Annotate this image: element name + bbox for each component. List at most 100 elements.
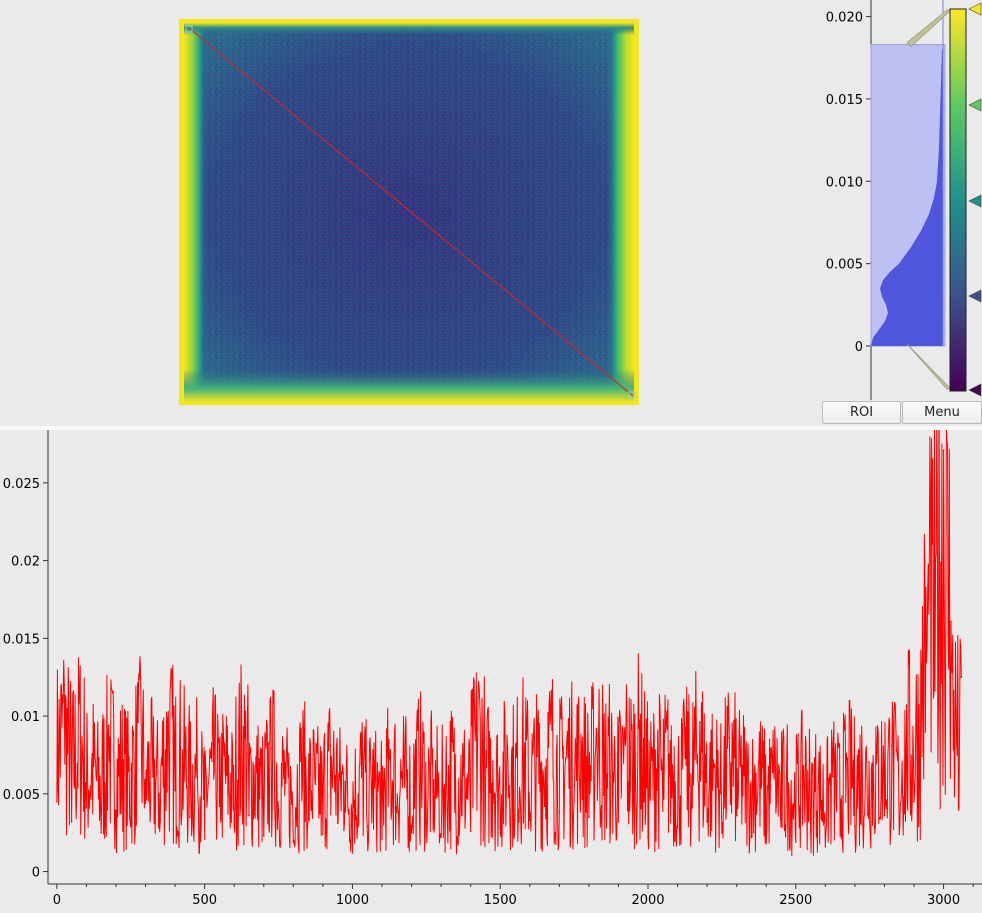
profile-point xyxy=(484,807,487,809)
profile-point xyxy=(107,724,110,727)
profile-point xyxy=(122,758,125,761)
profile-point xyxy=(455,813,457,815)
x-tick-label: 2500 xyxy=(779,893,812,908)
profile-point xyxy=(868,821,871,823)
gradient-tick-marker[interactable] xyxy=(968,383,982,397)
profile-point xyxy=(765,842,768,845)
profile-point xyxy=(329,744,332,747)
profile-line xyxy=(56,430,962,856)
profile-point xyxy=(137,721,139,724)
profile-point xyxy=(477,696,479,699)
gradient-tick-marker[interactable] xyxy=(968,98,982,112)
profile-point xyxy=(861,763,864,766)
profile-point xyxy=(166,718,169,720)
profile-point xyxy=(750,836,753,839)
profile-point xyxy=(876,752,878,755)
profile-point xyxy=(93,765,95,767)
profile-point xyxy=(891,744,893,747)
image-view[interactable] xyxy=(179,19,639,405)
histogram-tick-label: 0.015 xyxy=(826,93,863,108)
profile-point xyxy=(226,774,228,776)
gradient-tick-marker[interactable] xyxy=(968,289,982,303)
profile-point xyxy=(625,737,627,739)
profile-point xyxy=(514,814,516,817)
profile-point xyxy=(573,799,575,801)
menu-button[interactable]: Menu xyxy=(902,401,982,424)
histogram-tick-label: 0 xyxy=(855,340,863,355)
profile-point xyxy=(521,737,524,739)
profile-point xyxy=(85,807,88,809)
profile-point xyxy=(794,841,797,843)
profile-point xyxy=(189,816,191,818)
profile-point xyxy=(388,758,391,761)
profile-point xyxy=(913,800,915,803)
profile-point xyxy=(602,794,605,797)
profile-point xyxy=(639,713,642,716)
profile-point xyxy=(551,729,553,731)
profile-point xyxy=(152,775,154,778)
profile-point xyxy=(935,552,937,554)
level-connector-top[interactable] xyxy=(906,9,953,48)
profile-point xyxy=(706,821,708,823)
profile-point xyxy=(632,800,635,803)
profile-point xyxy=(277,810,280,812)
profile-point xyxy=(240,710,243,713)
profile-point xyxy=(218,805,221,808)
profile-point xyxy=(809,830,812,832)
profile-point xyxy=(691,807,694,809)
profile-point xyxy=(270,747,272,750)
y-tick-label: 0.01 xyxy=(11,710,40,725)
profile-point xyxy=(817,786,819,789)
plot-lines xyxy=(56,430,963,856)
profile-point xyxy=(684,757,686,759)
profile-point xyxy=(381,838,383,840)
profile-point xyxy=(713,763,716,766)
profile-point xyxy=(129,825,132,828)
profile-point xyxy=(410,831,413,834)
profile-point xyxy=(920,667,923,669)
profile-point xyxy=(728,737,731,739)
profile-point xyxy=(462,774,465,776)
histogram-tick-label: 0.010 xyxy=(826,175,863,190)
profile-point xyxy=(403,775,405,778)
y-tick-label: 0.015 xyxy=(3,632,40,647)
profile-point xyxy=(115,811,117,814)
profile-point xyxy=(366,825,369,828)
histogram-plot xyxy=(870,0,953,390)
profile-point xyxy=(418,752,420,755)
level-connector-bottom[interactable] xyxy=(906,343,952,390)
gradient-ticks[interactable] xyxy=(968,2,982,397)
profile-point xyxy=(78,702,80,705)
profile-point xyxy=(395,811,398,814)
profile-point xyxy=(839,835,841,837)
profile-point xyxy=(669,740,671,742)
gradient-bar[interactable] xyxy=(949,8,967,392)
profile-point xyxy=(262,835,265,837)
profile-point xyxy=(359,763,361,766)
profile-point xyxy=(499,827,502,829)
x-tick-label: 3000 xyxy=(927,893,960,908)
histogram-tick-label: 0.005 xyxy=(826,258,863,273)
gradient-tick-marker[interactable] xyxy=(968,2,982,16)
profile-point xyxy=(211,760,213,762)
gradient-tick-marker[interactable] xyxy=(968,194,982,208)
histogram-lut-widget[interactable]: 0.020 0.015 0.010 0.005 0 xyxy=(815,0,982,400)
profile-point xyxy=(780,825,782,828)
profile-point xyxy=(854,825,856,828)
roi-button[interactable]: ROI xyxy=(822,401,901,424)
profile-point xyxy=(144,802,147,804)
profile-point xyxy=(617,821,620,823)
top-pane: 0.020 0.015 0.010 0.005 0 ROI Menu xyxy=(0,0,982,428)
profile-point xyxy=(927,612,930,615)
y-tick-label: 0.025 xyxy=(3,477,40,492)
profile-point xyxy=(898,833,901,836)
roi-profile-plot[interactable]: 0 0.005 0.01 0.015 0.02 0.025 0 500 1000 1500 2000… xyxy=(0,430,982,913)
profile-point xyxy=(174,789,176,792)
histogram-axis: 0.020 0.015 0.010 0.005 0 xyxy=(826,0,872,400)
profile-point xyxy=(735,814,738,817)
profile-point xyxy=(528,819,531,822)
profile-point xyxy=(248,814,250,817)
profile-point xyxy=(883,814,886,817)
profile-point xyxy=(159,819,162,822)
profile-point xyxy=(307,817,309,820)
